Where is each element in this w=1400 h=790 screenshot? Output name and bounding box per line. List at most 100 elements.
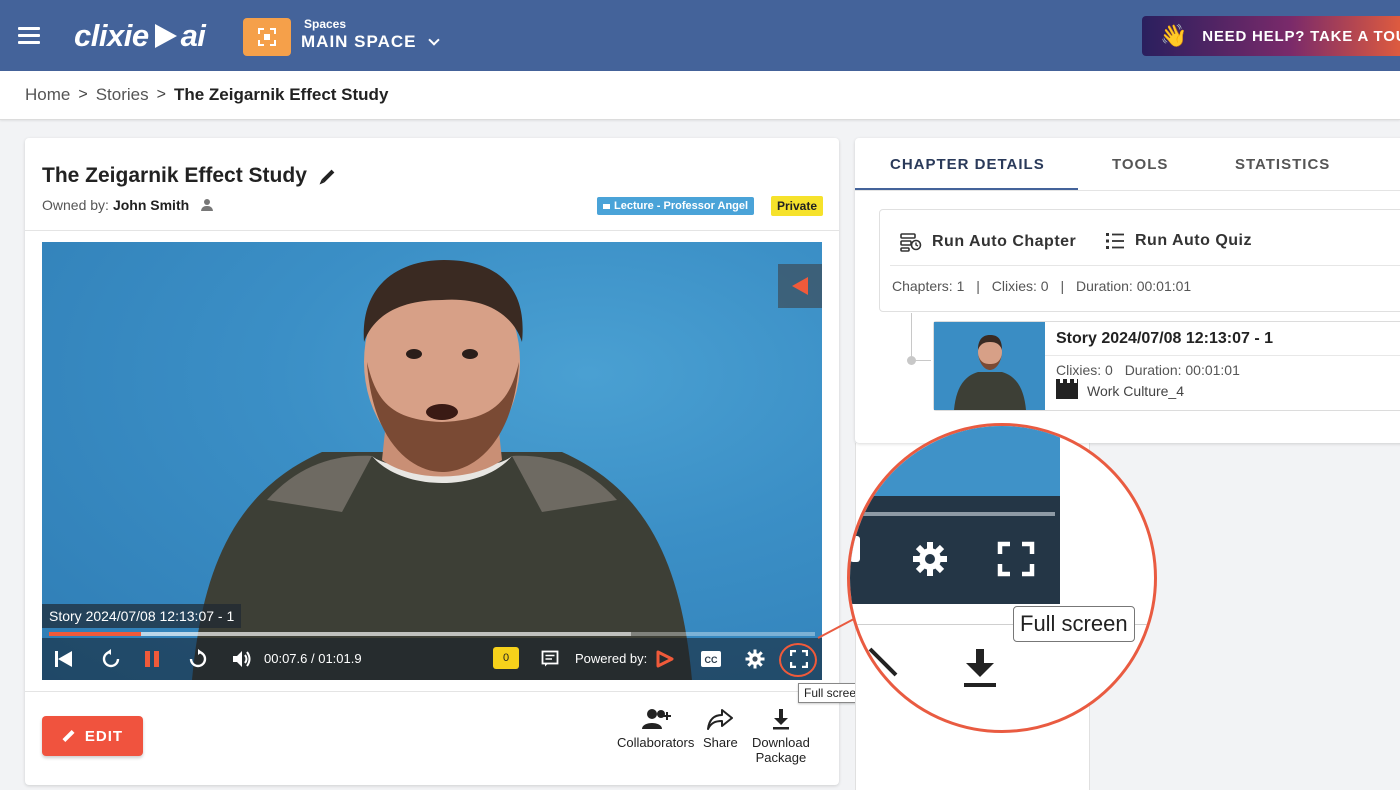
breadcrumb-separator: > <box>156 86 166 103</box>
player-controls: 00:07.6 / 01:01.9 0 Powered by: CC <box>42 638 822 680</box>
divider <box>1045 355 1400 356</box>
edit-title-icon[interactable] <box>321 169 335 183</box>
video-caption: Story 2024/07/08 12:13:07 - 1 <box>42 604 242 628</box>
share-label: Share <box>703 735 738 750</box>
zoom-fullscreen-tooltip: Full screen <box>1013 606 1135 642</box>
volume-icon <box>233 651 251 667</box>
run-auto-quiz-label: Run Auto Quiz <box>1135 232 1252 249</box>
stats-separator: | <box>976 278 980 294</box>
tree-connector <box>911 313 912 361</box>
chapter-tools-panel: Run Auto Chapter Run Auto Quiz Chapters:… <box>879 209 1400 312</box>
spaces-label: Spaces <box>304 17 347 31</box>
story-card: The Zeigarnik Effect Study Owned by: Joh… <box>25 138 839 785</box>
owner-name: John Smith <box>112 197 190 213</box>
chapter-folder: Work Culture_4 <box>1056 379 1185 399</box>
zoom-video-area <box>850 426 1060 496</box>
breadcrumb: Home > Stories > The Zeigarnik Effect St… <box>25 85 388 105</box>
privacy-tag: Private <box>771 196 824 216</box>
chapter-stats: Chapters: 1 | Clixies: 0 | Duration: 00:… <box>892 278 1191 294</box>
stats-separator: | <box>1060 278 1065 294</box>
zoom-download-icon <box>964 649 996 687</box>
menu-icon[interactable] <box>18 27 40 44</box>
zoom-callout: Full screen <box>847 423 1157 733</box>
chapter-duration: Duration: 00:01:01 <box>1124 362 1240 378</box>
zoom-progress-bar <box>850 512 1055 516</box>
auto-chapter-icon <box>900 233 922 252</box>
progress-bar[interactable] <box>49 632 815 636</box>
side-panel-toggle-button[interactable] <box>778 264 822 308</box>
tree-node-dot <box>907 356 916 365</box>
divider <box>890 265 1400 266</box>
transcript-button[interactable] <box>537 638 563 680</box>
divider <box>25 691 839 692</box>
folder-tag-label: Lecture - Professor Angel <box>614 200 749 212</box>
waving-hand-icon: 👋 <box>1160 23 1189 48</box>
quiz-list-icon <box>1106 233 1124 249</box>
collaborators-label: Collaborators <box>617 735 695 750</box>
logo-play-mark <box>154 24 177 48</box>
add-person-icon <box>641 705 671 733</box>
rewind-button[interactable] <box>96 638 126 680</box>
download-package-button[interactable]: Download Package <box>752 705 810 765</box>
run-auto-quiz-button[interactable]: Run Auto Quiz <box>1105 232 1252 250</box>
breadcrumb-stories[interactable]: Stories <box>96 85 149 105</box>
tab-tools[interactable]: TOOLS <box>1112 156 1168 173</box>
collaborators-button[interactable]: Collaborators <box>617 705 694 750</box>
chapter-item[interactable]: Story 2024/07/08 12:13:07 - 1 Clixies: 0… <box>933 321 1400 411</box>
share-icon <box>707 705 734 733</box>
tab-statistics[interactable]: STATISTICS <box>1235 156 1330 173</box>
powered-by-label: Powered by: <box>575 651 648 666</box>
run-auto-chapter-label: Run Auto Chapter <box>932 233 1077 250</box>
volume-button[interactable] <box>228 638 256 680</box>
time-display: 00:07.6 / 01:01.9 <box>264 651 362 666</box>
share-button[interactable]: Share <box>703 705 738 750</box>
take-tour-label: NEED HELP? TAKE A TOUR <box>1202 27 1400 45</box>
chapters-count: Chapters: 1 <box>892 278 965 294</box>
forward-icon <box>189 649 207 668</box>
pencil-icon <box>62 729 75 743</box>
clixie-count-badge[interactable]: 0 <box>493 647 519 669</box>
tab-chapter-details[interactable]: CHAPTER DETAILS <box>890 156 1045 173</box>
closed-captions-icon: CC <box>701 651 721 667</box>
clapperboard-icon <box>1056 379 1078 399</box>
progress-played <box>49 632 141 636</box>
skip-previous-button[interactable] <box>48 638 78 680</box>
zoom-fullscreen-icon <box>997 541 1035 577</box>
edit-button[interactable]: EDIT <box>42 716 143 756</box>
video-player[interactable]: Story 2024/07/08 12:13:07 - 1 00:07.6 / … <box>42 242 822 680</box>
top-bar: clixie ai Spaces MAIN SPACE 👋 NEED HELP?… <box>0 0 1400 71</box>
captions-button[interactable]: CC <box>698 638 724 680</box>
edit-button-label: EDIT <box>84 727 124 745</box>
breadcrumb-home[interactable]: Home <box>25 85 70 105</box>
clixie-logo[interactable]: clixie ai <box>74 18 206 54</box>
pause-button[interactable] <box>140 638 164 680</box>
logo-suffix: ai <box>180 18 206 53</box>
folder-tag[interactable]: Lecture - Professor Angel <box>597 197 755 215</box>
run-auto-chapter-button[interactable]: Run Auto Chapter <box>900 232 1076 252</box>
download-label-line1: Download <box>752 735 810 750</box>
svg-text:CC: CC <box>705 655 718 665</box>
chapter-meta: Clixies: 0 Duration: 00:01:01 <box>1056 362 1240 378</box>
chapter-title: Story 2024/07/08 12:13:07 - 1 <box>1056 330 1274 347</box>
space-name: MAIN SPACE <box>301 32 417 51</box>
story-title: The Zeigarnik Effect Study <box>42 164 335 188</box>
breadcrumb-separator: > <box>78 86 88 103</box>
download-icon <box>771 705 791 733</box>
chapter-clixies: Clixies: 0 <box>1056 362 1113 378</box>
spaces-icon[interactable] <box>243 18 291 56</box>
forward-button[interactable] <box>183 638 213 680</box>
chapter-folder-name: Work Culture_4 <box>1087 383 1185 399</box>
space-selector[interactable]: MAIN SPACE <box>301 32 441 52</box>
clixie-logo-icon[interactable] <box>653 638 677 680</box>
take-tour-button[interactable]: 👋 NEED HELP? TAKE A TOUR <box>1142 16 1400 56</box>
divider <box>25 230 839 231</box>
replay-icon <box>102 649 120 668</box>
person-icon <box>201 199 214 211</box>
zoom-gear-icon <box>913 542 947 576</box>
settings-button[interactable] <box>742 638 768 680</box>
folder-icon <box>603 203 610 209</box>
logo-text: clixie <box>74 18 149 53</box>
download-label-line2: Package <box>755 750 807 765</box>
chapter-panel: CHAPTER DETAILS TOOLS STATISTICS Run Aut… <box>855 138 1400 443</box>
total-duration: Duration: 00:01:01 <box>1076 278 1192 294</box>
